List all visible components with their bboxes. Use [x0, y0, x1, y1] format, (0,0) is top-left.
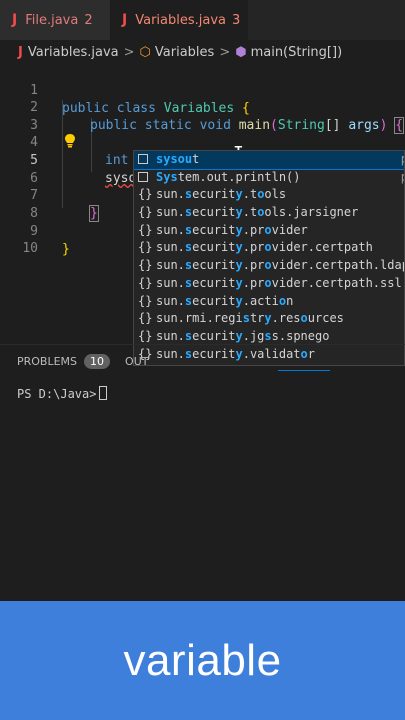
tab-variables-java[interactable]: J Variables.java 3 [110, 0, 248, 40]
breadcrumb-file[interactable]: Variables.java [28, 45, 119, 60]
package-braces-icon: {} [138, 328, 153, 343]
suggestion-detail: p [401, 151, 404, 169]
terminal-prompt: PS D:\Java> [17, 387, 97, 401]
code-line-4[interactable]: 4 int a =10; [0, 116, 405, 168]
package-braces-icon: {} [138, 222, 153, 237]
method-cube-icon: ⬢ [235, 44, 247, 60]
active-tab-indicator [278, 370, 330, 371]
tab-label: File.java [25, 12, 79, 28]
tab-file-java[interactable]: J File.java 2 [0, 0, 110, 40]
lightbulb-icon[interactable] [64, 133, 76, 149]
package-braces-icon: {} [138, 240, 153, 255]
breadcrumb-class[interactable]: Variables [155, 45, 214, 60]
snippet-icon [138, 171, 148, 182]
suggestion-item[interactable]: {} sun.security.tools [134, 186, 404, 204]
tab-label: Variables.java [135, 12, 226, 28]
suggestion-item[interactable]: {} sun.security.provider.certpath.ssl [134, 275, 404, 293]
tab-bar: J File.java 2 J Variables.java 3 [0, 0, 405, 40]
package-braces-icon: {} [138, 293, 153, 308]
package-braces-icon: {} [138, 187, 153, 202]
problem-count: 2 [84, 12, 93, 28]
line-number: 10 [22, 241, 38, 256]
suggestion-item[interactable]: {} sun.security.provider [134, 222, 404, 240]
class-icon: ⬡ [139, 44, 151, 60]
suggestion-item[interactable]: System.out.println() p [134, 169, 404, 187]
autocomplete-suggestions[interactable]: sysout p System.out.println() p {}sun.se… [133, 150, 405, 366]
panel-header: PROBLEMS 10 OUT [0, 344, 405, 378]
problems-count-badge: 10 [84, 354, 111, 369]
package-braces-icon: {} [138, 311, 153, 326]
tab-problems[interactable]: PROBLEMS [17, 355, 77, 368]
code-line-1[interactable]: 1 public class Variables { [0, 64, 405, 116]
suggestion-item[interactable]: {} sun.security.provider.certpath [134, 239, 404, 257]
suggestion-item[interactable]: {} sun.security.tools.jarsigner [134, 204, 404, 222]
code-line-3[interactable]: 3 [0, 99, 405, 133]
suggestion-detail: p [401, 169, 404, 187]
package-braces-icon: {} [138, 205, 153, 220]
terminal[interactable]: PS D:\Java> [17, 386, 108, 401]
caption-text: variable [123, 635, 282, 685]
breadcrumb: J Variables.java > ⬡ Variables > ⬢ main(… [0, 40, 405, 64]
tab-output[interactable]: OUT [125, 355, 148, 368]
code-line-2[interactable]: 2 public static void main(String[] args)… [0, 81, 405, 134]
problem-count: 3 [232, 12, 241, 28]
tab-bar-empty-space [248, 0, 405, 40]
caption-banner: variable [0, 601, 405, 720]
java-file-icon: J [18, 44, 23, 60]
java-file-icon: J [12, 12, 18, 28]
package-braces-icon: {} [138, 275, 153, 290]
suggestion-item[interactable]: {} sun.rmi.registry.resources [134, 310, 404, 328]
breadcrumb-method[interactable]: main(String[]) [251, 45, 343, 60]
terminal-cursor [99, 386, 108, 400]
chevron-right-icon: > [219, 44, 231, 60]
chevron-right-icon: > [123, 44, 135, 60]
snippet-icon [138, 154, 148, 164]
suggestion-item[interactable]: sysout p [134, 151, 404, 170]
suggestion-item[interactable]: {} sun.security.jgss.spnego [134, 328, 404, 346]
package-braces-icon: {} [138, 258, 153, 273]
java-file-icon: J [122, 12, 128, 28]
suggestion-item[interactable]: {} sun.security.provider.certpath.ldap [134, 257, 404, 275]
suggestion-item[interactable]: {} sun.security.action [134, 293, 404, 311]
brace: } [62, 242, 70, 257]
